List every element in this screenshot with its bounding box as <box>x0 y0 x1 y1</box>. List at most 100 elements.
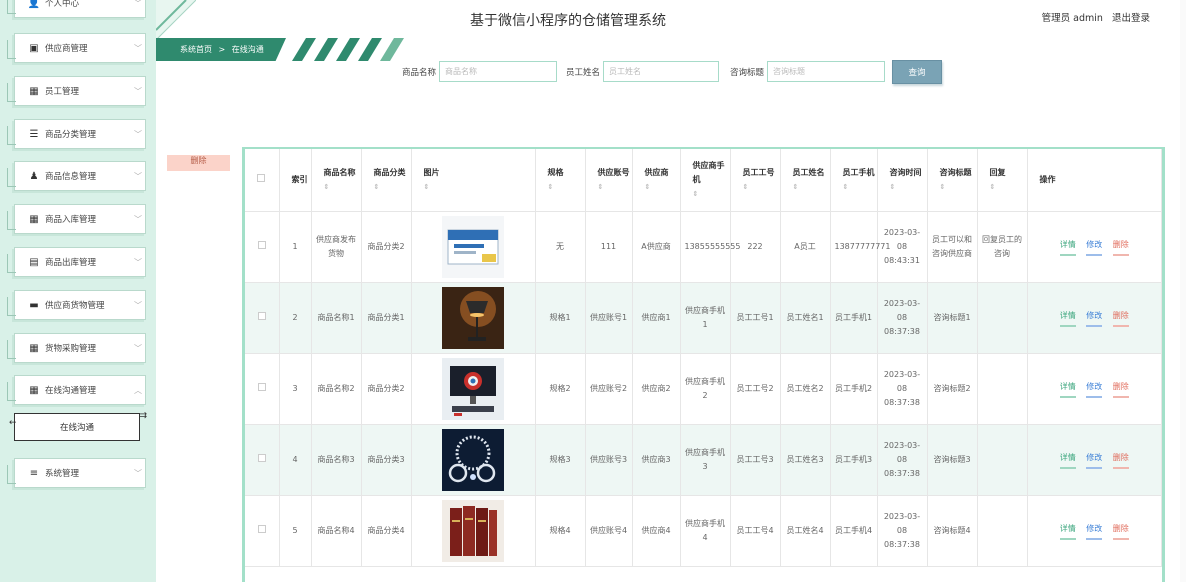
sort-icon[interactable]: ⇕ <box>598 180 632 194</box>
sidebar-item-0[interactable]: 👤 个人中心 ﹀ <box>7 0 146 18</box>
chevron-down-icon: ﹀ <box>134 300 142 310</box>
edit-button[interactable]: 修改 <box>1086 380 1103 398</box>
sort-icon[interactable]: ⇕ <box>793 180 830 194</box>
cell-reply <box>977 282 1028 354</box>
column-header-label: 供应账号 <box>597 167 630 177</box>
column-header-13: 咨询标题 ⇕ <box>927 149 978 212</box>
column-header-5: 规格 ⇕ <box>535 149 586 212</box>
search-consult-title-input[interactable] <box>767 61 886 82</box>
cell-time-text: 2023-03-08 08:37:38 <box>883 511 921 549</box>
sidebar-item-7[interactable]: ▬ 供应商货物管理 ﹀ <box>7 290 146 320</box>
sort-icon[interactable]: ⇕ <box>645 180 680 194</box>
cell-emp_no: 员工工号2 <box>730 353 781 425</box>
product-image[interactable] <box>442 215 504 278</box>
column-header-3: 商品分类 ⇕ <box>361 149 412 212</box>
row-checkbox-cell <box>245 282 280 354</box>
sidebar-item-1[interactable]: ▣ 供应商管理 ﹀ <box>7 33 146 63</box>
cell-supplier-text: 供应商4 <box>641 525 671 535</box>
sort-icon[interactable]: ⇕ <box>374 180 411 194</box>
row-checkbox[interactable] <box>257 453 266 462</box>
cell-supplier-text: 供应商2 <box>641 383 671 393</box>
cell-account: 供应账号1 <box>585 282 633 354</box>
row-checkbox-cell <box>245 353 280 425</box>
cell-title: 咨询标题1 <box>927 282 978 354</box>
edit-button[interactable]: 修改 <box>1086 451 1103 469</box>
delete-button[interactable]: 删除 <box>1112 522 1129 540</box>
search-product-name-input[interactable] <box>439 61 558 82</box>
sidebar-subitem-label: 在线沟通 <box>59 423 94 433</box>
sort-icon[interactable]: ⇕ <box>940 180 977 194</box>
sort-icon[interactable]: ⇕ <box>548 180 585 194</box>
delete-button[interactable]: 删除 <box>1112 451 1129 469</box>
product-image[interactable] <box>442 499 504 562</box>
sidebar-item-10[interactable]: ≡ 系统管理 ﹀ <box>7 458 146 488</box>
cell-title: 咨询标题3 <box>927 424 978 496</box>
cell-name: 商品名称3 <box>311 424 362 496</box>
row-checkbox[interactable] <box>257 311 266 320</box>
sliders-icon: ≡ <box>29 467 39 479</box>
sidebar-item-6[interactable]: ▤ 商品出库管理 ﹀ <box>7 247 146 277</box>
sort-icon[interactable]: ⇕ <box>990 180 1027 194</box>
product-image[interactable] <box>442 286 504 349</box>
detail-button[interactable]: 详情 <box>1059 522 1076 540</box>
cell-account-text: 供应账号4 <box>589 525 628 535</box>
column-header-0[interactable] <box>245 149 280 212</box>
product-image[interactable] <box>442 428 504 491</box>
admin-username: 管理员 admin <box>1041 13 1103 24</box>
cell-actions: 详情 修改 删除 <box>1027 211 1162 283</box>
column-header-label: 商品名称 <box>323 167 356 177</box>
person-icon: ♟ <box>29 170 39 182</box>
product-image[interactable] <box>442 357 504 420</box>
column-header-10: 员工姓名 ⇕ <box>780 149 831 212</box>
detail-button[interactable]: 详情 <box>1059 309 1076 327</box>
sidebar-item-3[interactable]: ☰ 商品分类管理 ﹀ <box>7 119 146 149</box>
cell-supplier: 供应商2 <box>632 353 681 425</box>
edit-button[interactable]: 修改 <box>1086 522 1103 540</box>
column-header-label: 员工姓名 <box>792 167 825 177</box>
detail-button[interactable]: 详情 <box>1059 238 1076 256</box>
detail-button[interactable]: 详情 <box>1059 380 1076 398</box>
cell-name-text: 商品名称3 <box>317 454 355 464</box>
sidebar-subitem-online-chat[interactable]: ← 在线沟通 ⇉ <box>9 411 147 441</box>
sidebar-item-8[interactable]: ▦ 货物采购管理 ﹀ <box>7 333 146 363</box>
cell-spec: 规格3 <box>535 424 586 496</box>
cell-spec-text: 规格2 <box>549 383 571 393</box>
banner-stripes <box>292 38 404 61</box>
delete-button[interactable]: 删除 <box>1112 238 1129 256</box>
sort-icon[interactable]: ⇕ <box>424 180 535 194</box>
cell-reply-text: 回复员工的咨询 <box>982 234 1022 258</box>
data-table: 索引 商品名称 ⇕ 商品分类 ⇕ 图片 ⇕ 规格 ⇕ 供应账号 ⇕ 供应商 ⇕ 供应商手机 ⇕ 员工工号 ⇕ 员工… <box>245 149 1162 567</box>
search-employee-name-input[interactable] <box>603 61 720 82</box>
edit-button[interactable]: 修改 <box>1086 238 1103 256</box>
sort-icon[interactable]: ⇕ <box>743 180 780 194</box>
select-all-checkbox[interactable] <box>257 173 265 182</box>
breadcrumb-home[interactable]: 系统首页 <box>180 45 212 54</box>
sort-icon[interactable]: ⇕ <box>890 180 927 194</box>
page-scrollbar[interactable] <box>1180 0 1186 582</box>
search-consult-title-label: 咨询标题 <box>730 67 765 78</box>
edit-button[interactable]: 修改 <box>1086 309 1103 327</box>
row-checkbox[interactable] <box>257 524 266 533</box>
cell-spec-text: 无 <box>556 241 564 251</box>
sidebar-item-2[interactable]: ▦ 员工管理 ﹀ <box>7 76 146 106</box>
row-checkbox[interactable] <box>257 382 266 391</box>
sidebar-item-4[interactable]: ♟ 商品信息管理 ﹀ <box>7 161 146 191</box>
sidebar-item-5[interactable]: ▦ 商品入库管理 ﹀ <box>7 204 146 234</box>
logout-link[interactable]: 退出登录 <box>1112 13 1150 24</box>
cell-account: 111 <box>585 211 633 283</box>
search-button[interactable]: 查询 <box>892 60 942 84</box>
sidebar-item-9[interactable]: ▦ 在线沟通管理 ︿ <box>7 375 146 405</box>
sort-icon[interactable]: ⇕ <box>693 187 730 201</box>
delete-button[interactable]: 删除 <box>1112 380 1129 398</box>
table-row: 1 供应商发布货物 商品分类2 无 111 A供应商 13855555555 222 A员工 13… <box>245 211 1162 283</box>
cell-account-text: 111 <box>600 241 617 251</box>
bulk-delete-button[interactable]: 删除 <box>167 155 230 171</box>
delete-button[interactable]: 删除 <box>1112 309 1129 327</box>
sort-icon[interactable]: ⇕ <box>324 180 361 194</box>
sort-icon[interactable]: ⇕ <box>843 180 877 194</box>
cell-emp_phone: 13877777771 <box>830 211 891 283</box>
cell-emp_phone-text: 员工手机4 <box>834 525 873 535</box>
row-checkbox[interactable] <box>257 240 266 249</box>
detail-button[interactable]: 详情 <box>1059 451 1076 469</box>
cell-name-text: 商品名称2 <box>317 383 355 393</box>
